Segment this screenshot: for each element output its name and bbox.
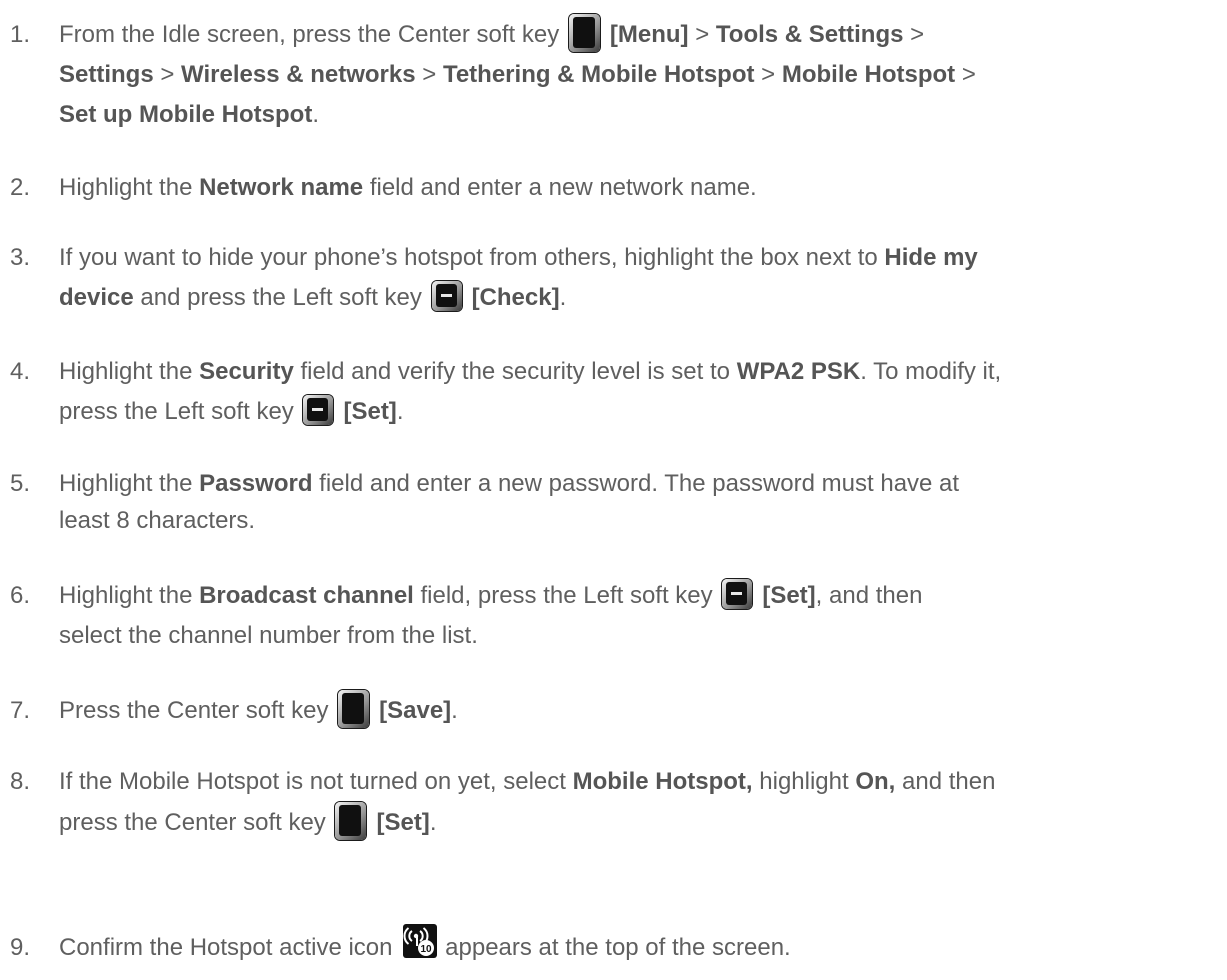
step-number: 9. (10, 934, 31, 961)
step-number: 6. (10, 582, 31, 609)
instruction-list: 1. From the Idle screen, press the Center… (0, 0, 1227, 980)
svg-text:10: 10 (421, 944, 433, 955)
step-1: 1. From the Idle screen, press the Center… (10, 14, 1227, 135)
step-4: 4. Highlight the Security field and verif… (10, 352, 1227, 432)
left-soft-key-icon (722, 579, 753, 609)
step-number: 4. (10, 358, 31, 385)
step-7: 7. Press the Center soft key [Save]. (10, 690, 1227, 731)
hotspot-active-icon: 10 (403, 924, 438, 958)
step-number: 8. (10, 768, 31, 795)
center-soft-key-icon (338, 690, 370, 728)
center-soft-key-icon (335, 802, 367, 840)
left-soft-key-icon (431, 281, 462, 311)
step-5: 5. Highlight the Password field and enter… (10, 464, 1227, 538)
step-number: 1. (10, 21, 31, 48)
center-soft-key-icon (568, 14, 600, 52)
step-number: 2. (10, 174, 31, 201)
step-number: 5. (10, 470, 31, 497)
step-number: 7. (10, 697, 31, 724)
step-2: 2. Highlight the Network name field and e… (10, 168, 1227, 208)
step-number: 3. (10, 244, 31, 271)
step-9: 9. Confirm the Hotspot active icon 10 app… (10, 924, 1227, 968)
left-soft-key-icon (303, 395, 334, 425)
step-8: 8. If the Mobile Hotspot is not turned on… (10, 762, 1227, 843)
step-3: 3. If you want to hide your phone’s hotsp… (10, 238, 1227, 318)
step-6: 6. Highlight the Broadcast channel field,… (10, 576, 1227, 656)
